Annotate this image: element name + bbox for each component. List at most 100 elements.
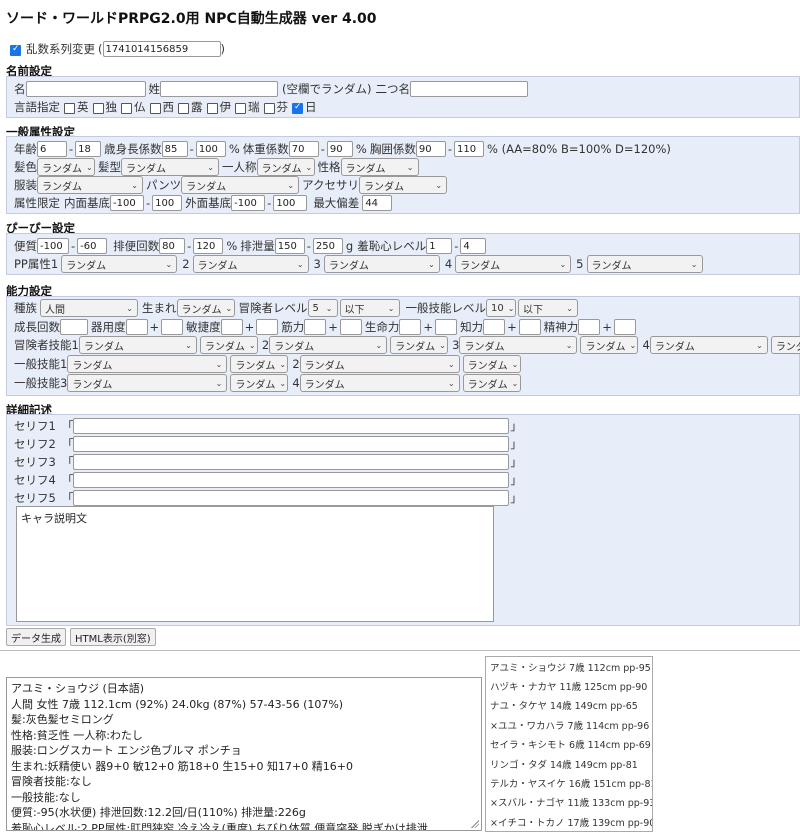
stool-max-input[interactable]	[77, 238, 108, 254]
stat-base-input[interactable]	[399, 319, 422, 335]
lang-checkbox[interactable]	[178, 102, 189, 114]
stat-base-input[interactable]	[483, 319, 506, 335]
birth-select[interactable]: ランダム ⌄	[176, 299, 235, 317]
npc-list-item[interactable]: ×スバル・ナゴヤ 11歳 133cm pp-93	[486, 793, 652, 812]
skill-select[interactable]: ランダム ⌄	[78, 336, 197, 354]
stool-min-input[interactable]	[37, 238, 69, 254]
stat-bonus-input[interactable]	[339, 319, 362, 335]
stat-bonus-input[interactable]	[435, 319, 458, 335]
skill-select[interactable]: ランダム ⌄	[67, 374, 228, 392]
npc-list-item[interactable]: セイラ・キシモト 6歳 114cm pp-69	[486, 735, 652, 754]
maxdev-input[interactable]	[362, 195, 393, 211]
skill-select[interactable]: ランダム ⌄	[299, 355, 460, 373]
family-name-input[interactable]	[160, 81, 278, 97]
lang-checkbox[interactable]	[92, 102, 104, 114]
skill-level-select[interactable]: ランダム⌄	[770, 336, 800, 354]
height-min-input[interactable]	[161, 141, 188, 157]
gen-level-select[interactable]: 10 ⌄	[486, 299, 516, 317]
npc-list-item[interactable]: ナユ・タケヤ 14歳 149cm pp-65	[486, 696, 652, 715]
lang-checkbox[interactable]	[235, 102, 246, 114]
pp-attr-select[interactable]: ランダム ⌄	[61, 255, 178, 273]
resize-grip-icon[interactable]	[471, 820, 479, 828]
given-name-input[interactable]	[25, 81, 146, 97]
clothes-select[interactable]: ランダム ⌄	[37, 176, 143, 194]
growth-input[interactable]	[60, 319, 88, 335]
stat-base-input[interactable]	[220, 319, 243, 335]
pants-select[interactable]: ランダム ⌄	[181, 176, 300, 194]
age-min-input[interactable]	[37, 141, 67, 157]
weight-min-input[interactable]	[288, 141, 319, 157]
inner-max-input[interactable]	[152, 195, 183, 211]
skill-select[interactable]: ランダム ⌄	[299, 374, 460, 392]
skill-level-select[interactable]: ランダム⌄	[230, 355, 289, 373]
skill-select[interactable]: ランダム ⌄	[459, 336, 578, 354]
skill-level-select[interactable]: ランダム⌄	[390, 336, 449, 354]
stat-base-input[interactable]	[304, 319, 327, 335]
serif-input[interactable]	[73, 472, 510, 488]
skill-select[interactable]: ランダム ⌄	[67, 355, 228, 373]
serif-input[interactable]	[73, 454, 510, 470]
pp-attr-select[interactable]: ランダム ⌄	[192, 255, 309, 273]
pp-attr-select[interactable]: ランダム ⌄	[455, 255, 572, 273]
serif-input[interactable]	[73, 436, 510, 452]
chest-max-input[interactable]	[454, 141, 484, 157]
stat-bonus-input[interactable]	[161, 319, 184, 335]
npc-list-item[interactable]: テルカ・ヤスイケ 16歳 151cm pp-81	[486, 773, 652, 792]
pp-attr-select[interactable]: ランダム ⌄	[586, 255, 703, 273]
description-textarea[interactable]	[16, 506, 494, 622]
stat-bonus-input[interactable]	[256, 319, 279, 335]
shame-min-input[interactable]	[426, 238, 453, 254]
npc-list-item[interactable]: アユミ・ショウジ 7歳 112cm pp-95	[486, 657, 652, 676]
nickname-input[interactable]	[409, 81, 528, 97]
serif-input[interactable]	[73, 490, 510, 506]
skill-level-select[interactable]: ランダム⌄	[462, 355, 521, 373]
lang-checkbox[interactable]	[206, 102, 218, 114]
count-min-input[interactable]	[159, 238, 186, 254]
skill-level-select[interactable]: ランダム⌄	[199, 336, 258, 354]
pronoun-select[interactable]: ランダム ⌄	[256, 158, 315, 176]
stat-bonus-input[interactable]	[518, 319, 541, 335]
html-view-button[interactable]: HTML表示(別窓)	[70, 628, 156, 646]
lang-checkbox[interactable]	[292, 102, 303, 114]
count-max-input[interactable]	[193, 238, 224, 254]
pp-attr-select[interactable]: ランダム ⌄	[323, 255, 440, 273]
race-select[interactable]: 人間 ⌄	[40, 299, 138, 317]
lang-checkbox[interactable]	[64, 102, 75, 114]
shame-max-input[interactable]	[460, 238, 487, 254]
accessory-select[interactable]: ランダム ⌄	[359, 176, 448, 194]
skill-level-select[interactable]: ランダム⌄	[230, 374, 289, 392]
generate-button[interactable]: データ生成	[6, 628, 66, 646]
amount-max-input[interactable]	[312, 238, 343, 254]
output-textarea[interactable]: アユミ・ショウジ (日本語) 人間 女性 7歳 112.1cm (92%) 24…	[6, 677, 482, 831]
adv-level-select[interactable]: 5 ⌄	[307, 299, 338, 317]
outer-min-input[interactable]	[231, 195, 266, 211]
seed-checkbox[interactable]	[10, 44, 21, 56]
skill-select[interactable]: ランダム ⌄	[649, 336, 768, 354]
inner-min-input[interactable]	[110, 195, 144, 211]
seed-input[interactable]	[102, 41, 221, 57]
weight-max-input[interactable]	[326, 141, 353, 157]
amount-min-input[interactable]	[274, 238, 305, 254]
npc-list-item[interactable]: リンゴ・タダ 14歳 149cm pp-81	[486, 754, 652, 773]
lang-checkbox[interactable]	[121, 102, 132, 114]
lang-checkbox[interactable]	[149, 102, 161, 114]
personality-select[interactable]: ランダム ⌄	[340, 158, 419, 176]
stat-bonus-input[interactable]	[613, 319, 636, 335]
gen-level-cmp-select[interactable]: 以下 ⌄	[518, 299, 578, 317]
height-max-input[interactable]	[195, 141, 226, 157]
npc-list-item[interactable]: ×ユユ・ワカハラ 7歳 114cm pp-96	[486, 715, 652, 734]
stat-base-input[interactable]	[578, 319, 601, 335]
serif-input[interactable]	[73, 418, 510, 434]
outer-max-input[interactable]	[273, 195, 308, 211]
npc-list-item[interactable]: ハヅキ・ナカヤ 11歳 125cm pp-90	[486, 676, 652, 695]
npc-list-item[interactable]: ×イチコ・トカノ 17歳 139cm pp-90	[486, 812, 652, 831]
lang-checkbox[interactable]	[263, 102, 275, 114]
skill-select[interactable]: ランダム ⌄	[269, 336, 388, 354]
chest-min-input[interactable]	[415, 141, 446, 157]
skill-level-select[interactable]: ランダム⌄	[462, 374, 521, 392]
hair-style-select[interactable]: ランダム ⌄	[121, 158, 219, 176]
age-max-input[interactable]	[75, 141, 102, 157]
adv-level-cmp-select[interactable]: 以下 ⌄	[339, 299, 400, 317]
npc-list[interactable]: アユミ・ショウジ 7歳 112cm pp-95 ハヅキ・ナカヤ 11歳 125cm…	[485, 656, 653, 832]
hair-color-select[interactable]: ランダム ⌄	[37, 158, 95, 176]
